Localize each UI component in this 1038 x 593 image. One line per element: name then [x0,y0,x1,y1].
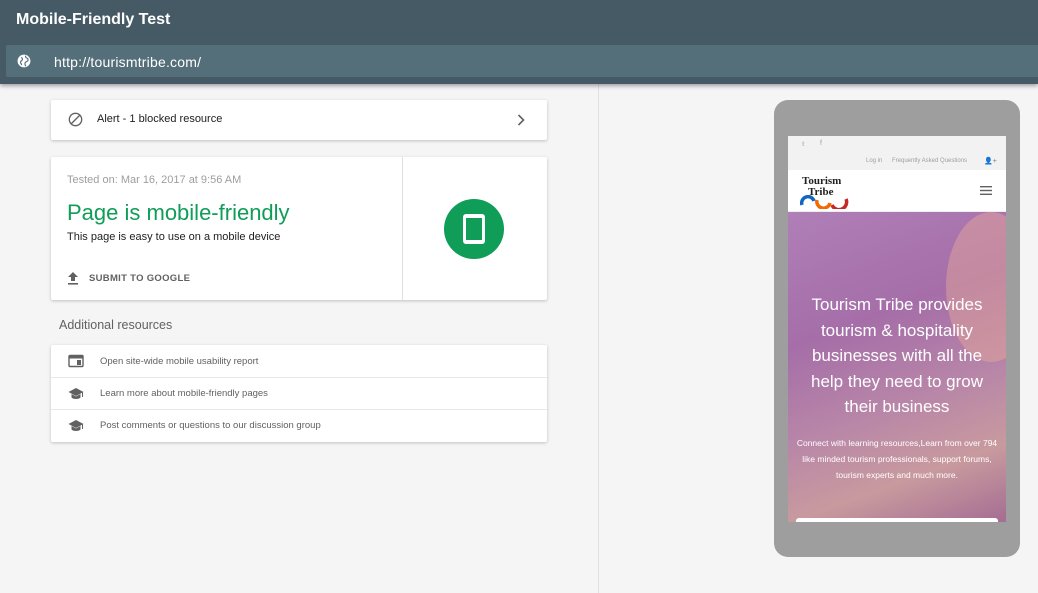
additional-resources-title: Additional resources [59,318,173,332]
school-icon [68,419,84,431]
card-divider [402,157,403,300]
hero-subtitle: Connect with learning resources,Learn fr… [796,438,998,480]
faq-link: Frequently Asked Questions [892,158,968,164]
smartphone-icon [463,214,485,244]
chevron-right-icon [517,114,525,126]
resource-discussion-group[interactable]: Post comments or questions to our discus… [51,409,547,441]
tested-date: Tested on: Mar 16, 2017 at 9:56 AM [67,174,242,186]
site-topbar: 𝕥 f Log in Frequently Asked Questions 👤+ [788,136,1006,170]
blocked-resource-alert[interactable]: Alert - 1 blocked resource [51,100,547,140]
panel-divider [598,84,599,593]
mobile-friendly-badge [444,199,504,259]
url-text[interactable]: http://tourismtribe.com/ [54,54,201,70]
alert-text: Alert - 1 blocked resource [97,113,223,125]
upload-icon [68,271,78,285]
hero-title: Tourism Tribe provides tourism & hospita… [810,295,983,416]
result-subline: This page is easy to use on a mobile dev… [67,231,281,243]
device-preview-frame: 𝕥 f Log in Frequently Asked Questions 👤+… [774,100,1020,557]
add-user-icon: 👤+ [984,158,997,165]
twitter-icon: 𝕥 [802,142,805,148]
url-bar[interactable]: http://tourismtribe.com/ [6,45,1038,77]
hamburger-menu-icon [980,186,992,195]
submit-label: SUBMIT TO GOOGLE [89,272,191,284]
resource-label: Learn more about mobile-friendly pages [100,388,268,399]
globe-icon [17,54,31,68]
hero-input [796,518,998,522]
site-navbar: Tourism Tribe [788,170,1006,212]
app-header: Mobile-Friendly Test http://tourismtribe… [0,0,1038,84]
report-icon [68,354,84,368]
login-link: Log in [866,158,883,164]
blocked-icon [68,112,83,127]
resources-list: Open site-wide mobile usability report L… [51,345,547,442]
submit-to-google-button[interactable]: SUBMIT TO GOOGLE [67,271,190,285]
app-title: Mobile-Friendly Test [16,11,171,28]
preview-screen[interactable]: 𝕥 f Log in Frequently Asked Questions 👤+… [788,136,1006,522]
site-logo: Tourism Tribe [800,175,852,209]
facebook-icon: f [820,140,822,147]
logo-mark-icon [800,195,849,209]
result-card: Tested on: Mar 16, 2017 at 9:56 AM Page … [51,157,547,300]
resource-label: Open site-wide mobile usability report [100,355,259,367]
resource-usability-report[interactable]: Open site-wide mobile usability report [51,345,547,377]
resource-label: Post comments or questions to our discus… [100,420,321,431]
result-headline: Page is mobile-friendly [67,200,290,225]
site-hero: Tourism Tribe provides tourism & hospita… [788,212,1006,522]
school-icon [68,387,84,399]
resource-learn-more[interactable]: Learn more about mobile-friendly pages [51,377,547,409]
